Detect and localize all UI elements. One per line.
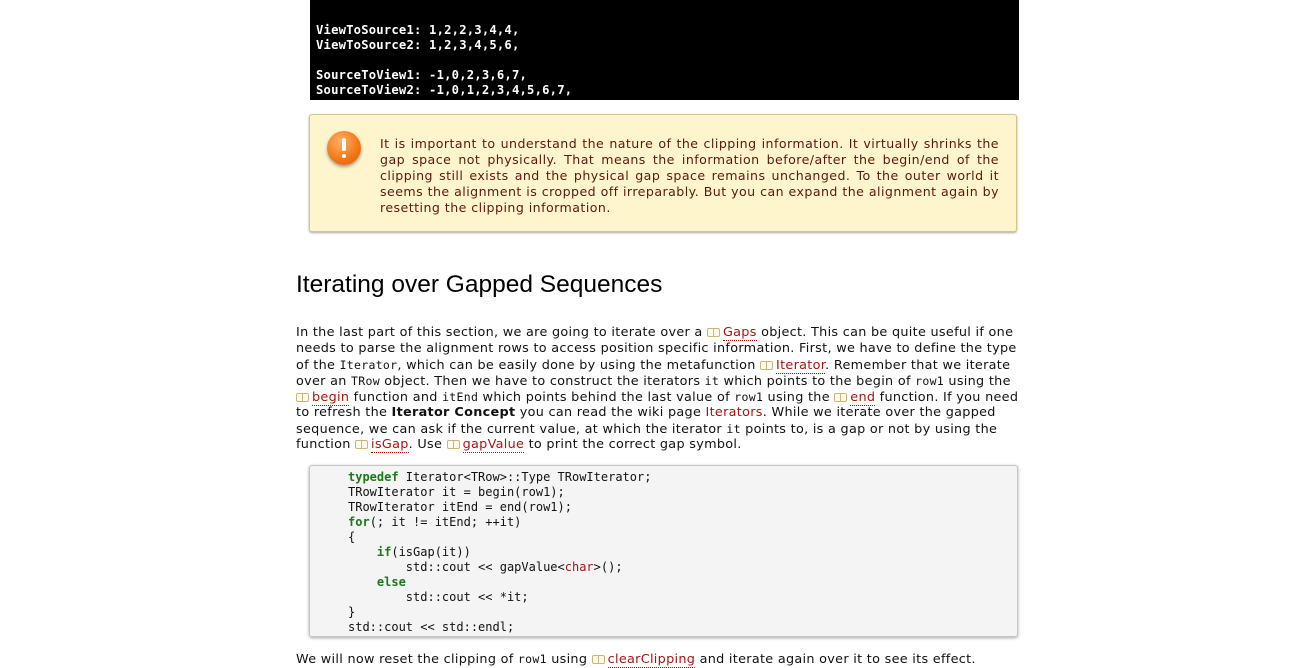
link-gaps[interactable]: Gaps xyxy=(722,325,757,341)
book-icon xyxy=(760,360,774,370)
reset-paragraph: We will now reset the clipping of row1 u… xyxy=(296,652,976,668)
code-line: { xyxy=(348,530,356,544)
code-line: std::cout << *it; xyxy=(348,590,529,604)
code-line: if(isGap(it)) xyxy=(376,545,471,559)
code-block: typedef Iterator<TRow>::Type TRowIterato… xyxy=(309,465,1018,637)
code-line: } xyxy=(348,605,356,619)
link-isgap[interactable]: isGap xyxy=(371,437,409,453)
link-end[interactable]: end xyxy=(850,390,876,406)
console-line: SourceToView2: -1,0,1,2,3,4,5,6,7, xyxy=(316,83,573,97)
code-line: TRowIterator itEnd = end(row1); xyxy=(348,500,572,514)
book-icon xyxy=(591,654,605,664)
console-line: ViewToSource2: 1,2,3,4,5,6, xyxy=(316,38,520,52)
section-title: Iterating over Gapped Sequences xyxy=(296,271,663,298)
link-begin[interactable]: begin xyxy=(312,390,350,406)
link-clearclipping[interactable]: clearClipping xyxy=(607,652,696,668)
code-line: TRowIterator it = begin(row1); xyxy=(348,485,565,499)
intro-paragraph: In the last part of this section, we are… xyxy=(296,325,1019,453)
link-iterators-wiki[interactable]: Iterators xyxy=(706,405,763,420)
link-iterator[interactable]: Iterator xyxy=(776,358,826,374)
exclamation-icon xyxy=(327,131,361,165)
book-icon xyxy=(446,439,460,449)
code-line: else xyxy=(376,575,406,589)
book-icon xyxy=(296,392,309,402)
book-icon xyxy=(834,392,848,402)
code-line: typedef Iterator<TRow>::Type TRowIterato… xyxy=(348,470,652,484)
console-line: SourceToView1: -1,0,2,3,6,7, xyxy=(316,68,528,82)
warning-text: It is important to understand the nature… xyxy=(380,136,999,215)
book-icon xyxy=(355,439,369,449)
console-line: ViewToSource1: 1,2,2,3,4,4, xyxy=(316,23,520,37)
warning-callout: It is important to understand the nature… xyxy=(309,114,1017,232)
code-line: std::cout << gapValue<char>(); xyxy=(348,560,623,574)
code-line: for(; it != itEnd; ++it) xyxy=(348,515,522,529)
code-line: std::cout << std::endl; xyxy=(348,620,515,634)
link-gapvalue[interactable]: gapValue xyxy=(462,437,525,453)
console-output: ViewToSource1: 1,2,2,3,4,4, ViewToSource… xyxy=(310,0,1019,100)
book-icon xyxy=(706,327,720,337)
